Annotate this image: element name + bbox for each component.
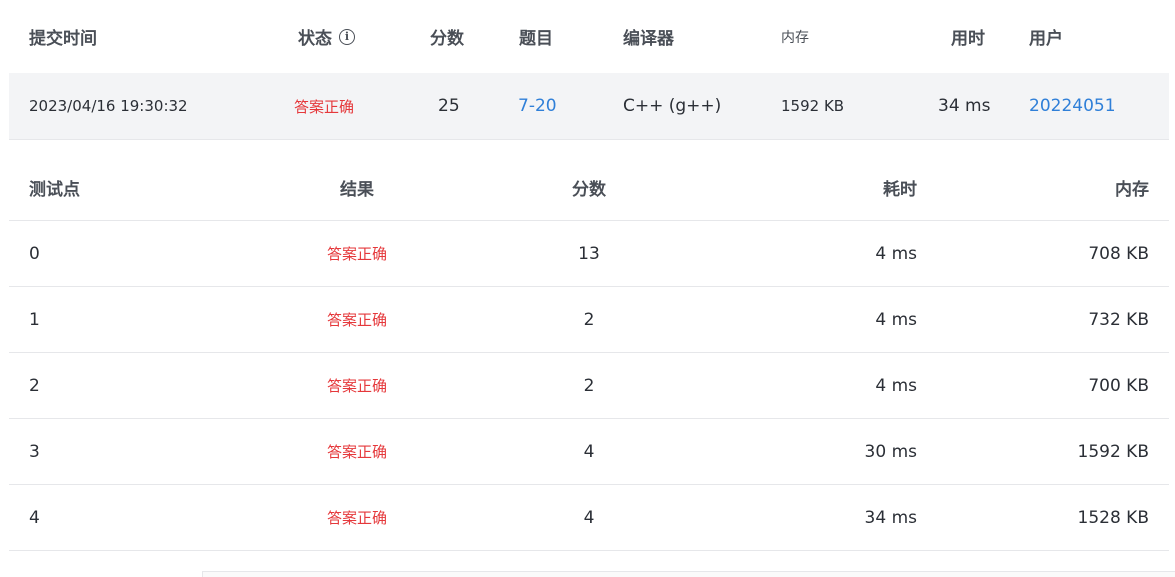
header-memory: 内存 [781, 29, 809, 46]
testcase-score: 2 [583, 375, 595, 396]
testcase-memory: 708 KB [1088, 243, 1149, 264]
testcase-result: 答案正确 [326, 509, 387, 527]
user-link[interactable]: 20224051 [1029, 73, 1116, 139]
header-compiler: 编译器 [623, 29, 674, 49]
header-submit-time: 提交时间 [29, 29, 97, 49]
header-tc-time: 耗时 [883, 180, 917, 200]
testcase-id: 2 [29, 375, 40, 396]
testcase-memory: 1528 KB [1077, 507, 1149, 528]
testcase-row: 2 答案正确 2 4 ms 700 KB [9, 353, 1169, 419]
header-problem: 题目 [519, 29, 553, 49]
header-score: 分数 [430, 29, 464, 49]
testcase-id: 0 [29, 243, 40, 264]
testcase-row: 3 答案正确 4 30 ms 1592 KB [9, 419, 1169, 485]
testcase-row: 4 答案正确 4 34 ms 1528 KB [9, 485, 1169, 551]
testcase-result: 答案正确 [326, 245, 387, 263]
testcase-time: 30 ms [864, 441, 917, 462]
testcase-time: 4 ms [875, 375, 917, 396]
testcase-score: 4 [583, 441, 595, 462]
info-circle-icon[interactable]: i [339, 28, 355, 45]
testcase-result: 答案正确 [326, 377, 387, 395]
header-tc-memory: 内存 [1115, 180, 1149, 200]
testcase-memory: 1592 KB [1077, 441, 1149, 462]
submission-detail-page: 提交时间 状态 i 分数 题目 编译器 内存 用时 用户 2023/04/16 … [0, 0, 1175, 577]
testcase-time: 4 ms [875, 309, 917, 330]
testcase-time: 34 ms [864, 507, 917, 528]
bottom-panel-edge [202, 571, 1175, 577]
testcase-score: 2 [583, 309, 595, 330]
testcase-score: 13 [578, 243, 600, 264]
testcase-result: 答案正确 [326, 311, 387, 329]
testcase-id: 3 [29, 441, 40, 462]
testcase-score: 4 [583, 507, 595, 528]
header-result: 结果 [340, 180, 374, 200]
testcase-id: 1 [29, 309, 40, 330]
submission-memory: 1592 KB [781, 97, 845, 115]
testcase-memory: 700 KB [1088, 375, 1149, 396]
header-user: 用户 [1029, 29, 1063, 49]
problem-link[interactable]: 7-20 [518, 73, 557, 139]
submission-time: 2023/04/16 19:30:32 [29, 97, 188, 115]
submission-compiler: C++ (g++) [623, 96, 722, 116]
submission-duration: 34 ms [938, 96, 991, 116]
testcase-row: 1 答案正确 2 4 ms 732 KB [9, 287, 1169, 353]
header-status-label: 状态 [298, 29, 332, 49]
testcase-row: 0 答案正确 13 4 ms 708 KB [9, 221, 1169, 287]
testcase-memory: 732 KB [1088, 309, 1149, 330]
header-case: 测试点 [29, 180, 80, 200]
submission-table-header: 提交时间 状态 i 分数 题目 编译器 内存 用时 用户 [9, 0, 1169, 73]
testcase-time: 4 ms [875, 243, 917, 264]
submission-score: 25 [438, 96, 460, 116]
testcase-result: 答案正确 [326, 443, 387, 461]
header-duration: 用时 [951, 29, 985, 49]
submission-status: 答案正确 [294, 97, 355, 116]
testcase-id: 4 [29, 507, 40, 528]
submission-row: 2023/04/16 19:30:32 答案正确 25 7-20 C++ (g+… [9, 73, 1169, 140]
testcase-table-header: 测试点 结果 分数 耗时 内存 [9, 155, 1169, 221]
header-tc-score: 分数 [572, 180, 606, 200]
header-status: 状态 i [298, 0, 355, 73]
